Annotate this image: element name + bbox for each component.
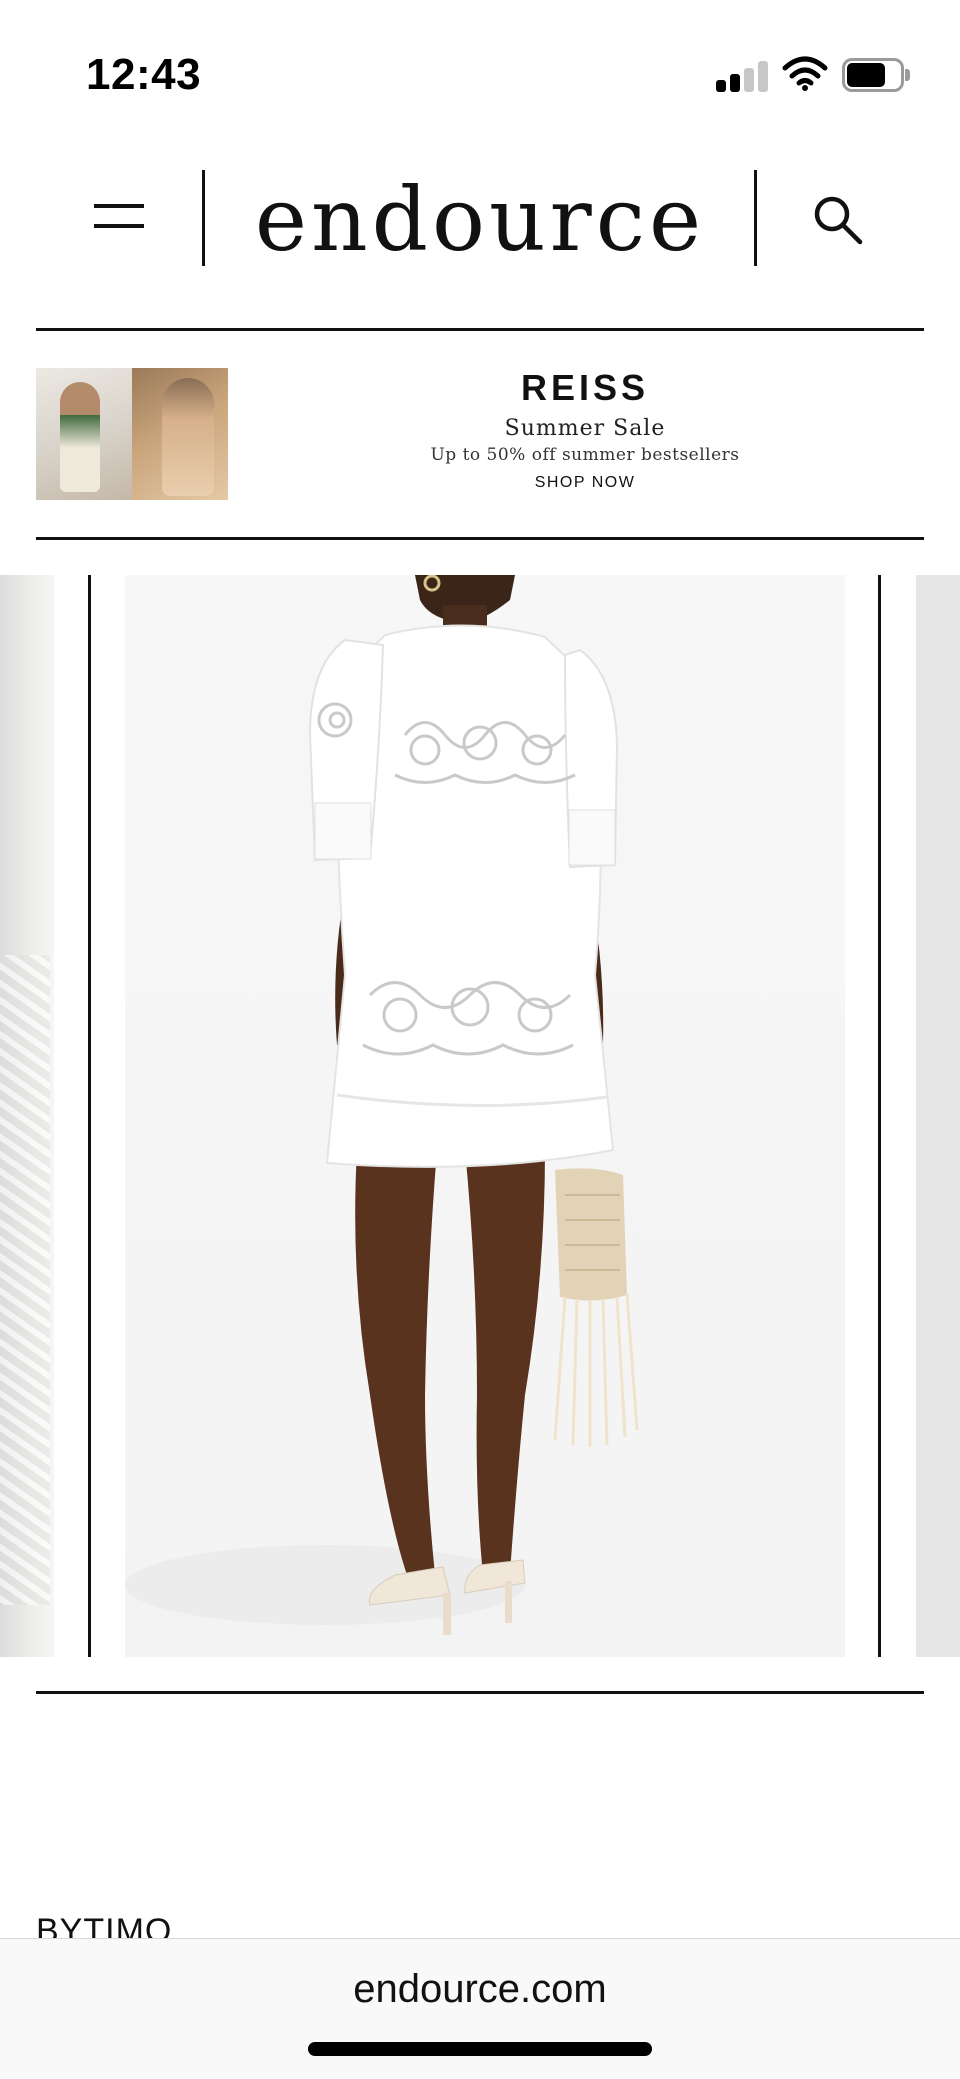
ad-title: Summer Sale [504, 416, 666, 441]
card-border-right [878, 575, 881, 1657]
search-icon[interactable] [810, 192, 866, 248]
product-carousel[interactable] [0, 575, 960, 1657]
wifi-icon [782, 56, 828, 91]
status-bar: 12:43 [0, 0, 960, 150]
next-product-image[interactable] [916, 575, 960, 1657]
product-image[interactable] [125, 575, 845, 1657]
site-header: endource [0, 150, 960, 330]
dress-illustration [125, 575, 639, 1635]
ad-image[interactable] [36, 368, 228, 500]
ad-copy: REISS Summer Sale Up to 50% off summer b… [246, 368, 924, 492]
site-logo[interactable]: endource [210, 168, 750, 271]
card-border-left [88, 575, 91, 1657]
header-bottom-rule [36, 328, 924, 331]
browser-address-bar: endource.com [0, 1938, 960, 2079]
url-field[interactable]: endource.com [0, 1967, 960, 2012]
ad-bottom-rule [36, 537, 924, 540]
hamburger-menu-icon[interactable] [90, 200, 146, 240]
header-divider-right [754, 170, 757, 266]
ad-brand: REISS [520, 367, 650, 408]
header-divider-left [202, 170, 205, 266]
shop-now-link[interactable]: SHOP NOW [535, 474, 636, 492]
carousel-bottom-rule [36, 1691, 924, 1694]
home-indicator[interactable] [308, 2042, 652, 2056]
ad-banner[interactable]: REISS Summer Sale Up to 50% off summer b… [36, 368, 924, 500]
status-time: 12:43 [86, 50, 202, 99]
ad-subtitle: Up to 50% off summer bestsellers [430, 445, 740, 465]
battery-icon [842, 58, 910, 92]
previous-product-image[interactable] [0, 575, 54, 1657]
cellular-signal-icon [716, 60, 768, 92]
